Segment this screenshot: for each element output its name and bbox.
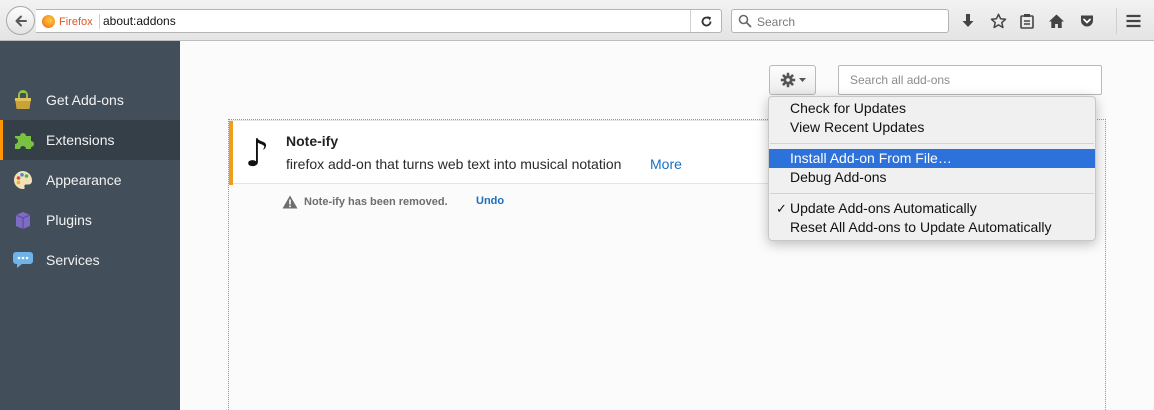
music-note-icon: ♪: [245, 131, 270, 175]
menu-item-label: Debug Add-ons: [790, 169, 887, 185]
removal-notice-text: Note-ify has been removed.: [304, 196, 448, 208]
sidebar-item-label: Appearance: [46, 172, 122, 188]
url-bar[interactable]: Firefox about:addons: [36, 9, 722, 33]
browser-search-placeholder: Search: [757, 15, 796, 29]
menu-separator: [770, 143, 1094, 144]
pocket-button[interactable]: [1077, 11, 1097, 31]
menu-item-label: Check for Updates: [790, 100, 906, 116]
extensions-icon: [12, 129, 34, 151]
sidebar-item-label: Services: [46, 252, 100, 268]
browser-toolbar: Firefox about:addons Search: [0, 0, 1154, 41]
bookmark-button[interactable]: [988, 11, 1008, 31]
warning-icon: [282, 195, 298, 209]
more-link[interactable]: More: [650, 156, 682, 172]
bookmarks-menu-button[interactable]: [1017, 11, 1037, 31]
sidebar-item-label: Plugins: [46, 212, 92, 228]
services-icon: [12, 249, 34, 271]
back-arrow-icon: [15, 15, 27, 26]
url-text[interactable]: about:addons: [103, 14, 176, 28]
clipboard-icon: [1020, 14, 1034, 29]
downloads-button[interactable]: [958, 11, 978, 31]
menu-item-label: Reset All Add-ons to Update Automaticall…: [790, 219, 1052, 235]
sidebar-item-extensions[interactable]: Extensions: [0, 120, 180, 160]
appearance-icon: [12, 169, 34, 191]
menu-item-check-for-updates[interactable]: Check for Updates: [769, 99, 1095, 118]
home-icon: [1048, 14, 1064, 28]
tools-menu-button[interactable]: [769, 65, 816, 95]
addon-description: firefox add-on that turns web text into …: [286, 156, 622, 172]
menu-item-reset-update-automatically[interactable]: Reset All Add-ons to Update Automaticall…: [769, 218, 1095, 237]
menu-item-view-recent-updates[interactable]: View Recent Updates: [769, 118, 1095, 137]
back-button[interactable]: [6, 6, 35, 35]
addon-name: Note-ify: [286, 133, 339, 149]
removal-notice: Note-ify has been removed.: [282, 194, 448, 210]
search-icon: [738, 14, 752, 28]
firefox-logo-icon: [42, 15, 55, 28]
pocket-icon: [1081, 15, 1093, 27]
menu-separator: [770, 193, 1094, 194]
categories-sidebar: Get Add-ons Extensions Appearance Plugin…: [0, 41, 180, 410]
identity-label: Firefox: [59, 15, 93, 28]
reload-button[interactable]: [690, 10, 721, 32]
menu-item-label: View Recent Updates: [790, 119, 925, 135]
get-addons-icon: [12, 89, 34, 111]
menu-item-label: Update Add-ons Automatically: [790, 200, 977, 216]
toolbar-separator: [1116, 8, 1117, 34]
menu-item-install-from-file[interactable]: Install Add-on From File…: [769, 149, 1095, 168]
sidebar-item-services[interactable]: Services: [0, 240, 180, 280]
sidebar-item-plugins[interactable]: Plugins: [0, 200, 180, 240]
star-icon: [990, 13, 1006, 28]
sidebar-item-appearance[interactable]: Appearance: [0, 160, 180, 200]
dropdown-arrow-icon: [798, 77, 806, 82]
open-menu-button[interactable]: [1123, 11, 1143, 31]
menu-item-debug-addons[interactable]: Debug Add-ons: [769, 168, 1095, 187]
plugins-icon: [12, 209, 34, 231]
sidebar-item-get-addons[interactable]: Get Add-ons: [0, 80, 180, 120]
menu-item-label: Install Add-on From File…: [790, 150, 952, 166]
identity-box[interactable]: Firefox: [42, 14, 100, 29]
menu-item-update-automatically[interactable]: ✓ Update Add-ons Automatically: [769, 199, 1095, 218]
addon-item-note-ify[interactable]: ♪ Note-ify firefox add-on that turns web…: [229, 120, 789, 185]
gear-icon: [780, 72, 795, 88]
reload-icon: [701, 15, 711, 26]
sidebar-item-label: Extensions: [46, 132, 115, 148]
undo-link[interactable]: Undo: [476, 195, 504, 207]
browser-search-box[interactable]: Search: [731, 9, 949, 33]
home-button[interactable]: [1046, 11, 1066, 31]
checkmark-icon: ✓: [776, 201, 787, 216]
download-icon: [962, 14, 974, 27]
search-addons-input[interactable]: [838, 65, 1102, 95]
sidebar-item-label: Get Add-ons: [46, 92, 124, 108]
tools-menu-popup: Check for Updates View Recent Updates In…: [768, 96, 1096, 241]
hamburger-menu-icon: [1126, 14, 1140, 28]
